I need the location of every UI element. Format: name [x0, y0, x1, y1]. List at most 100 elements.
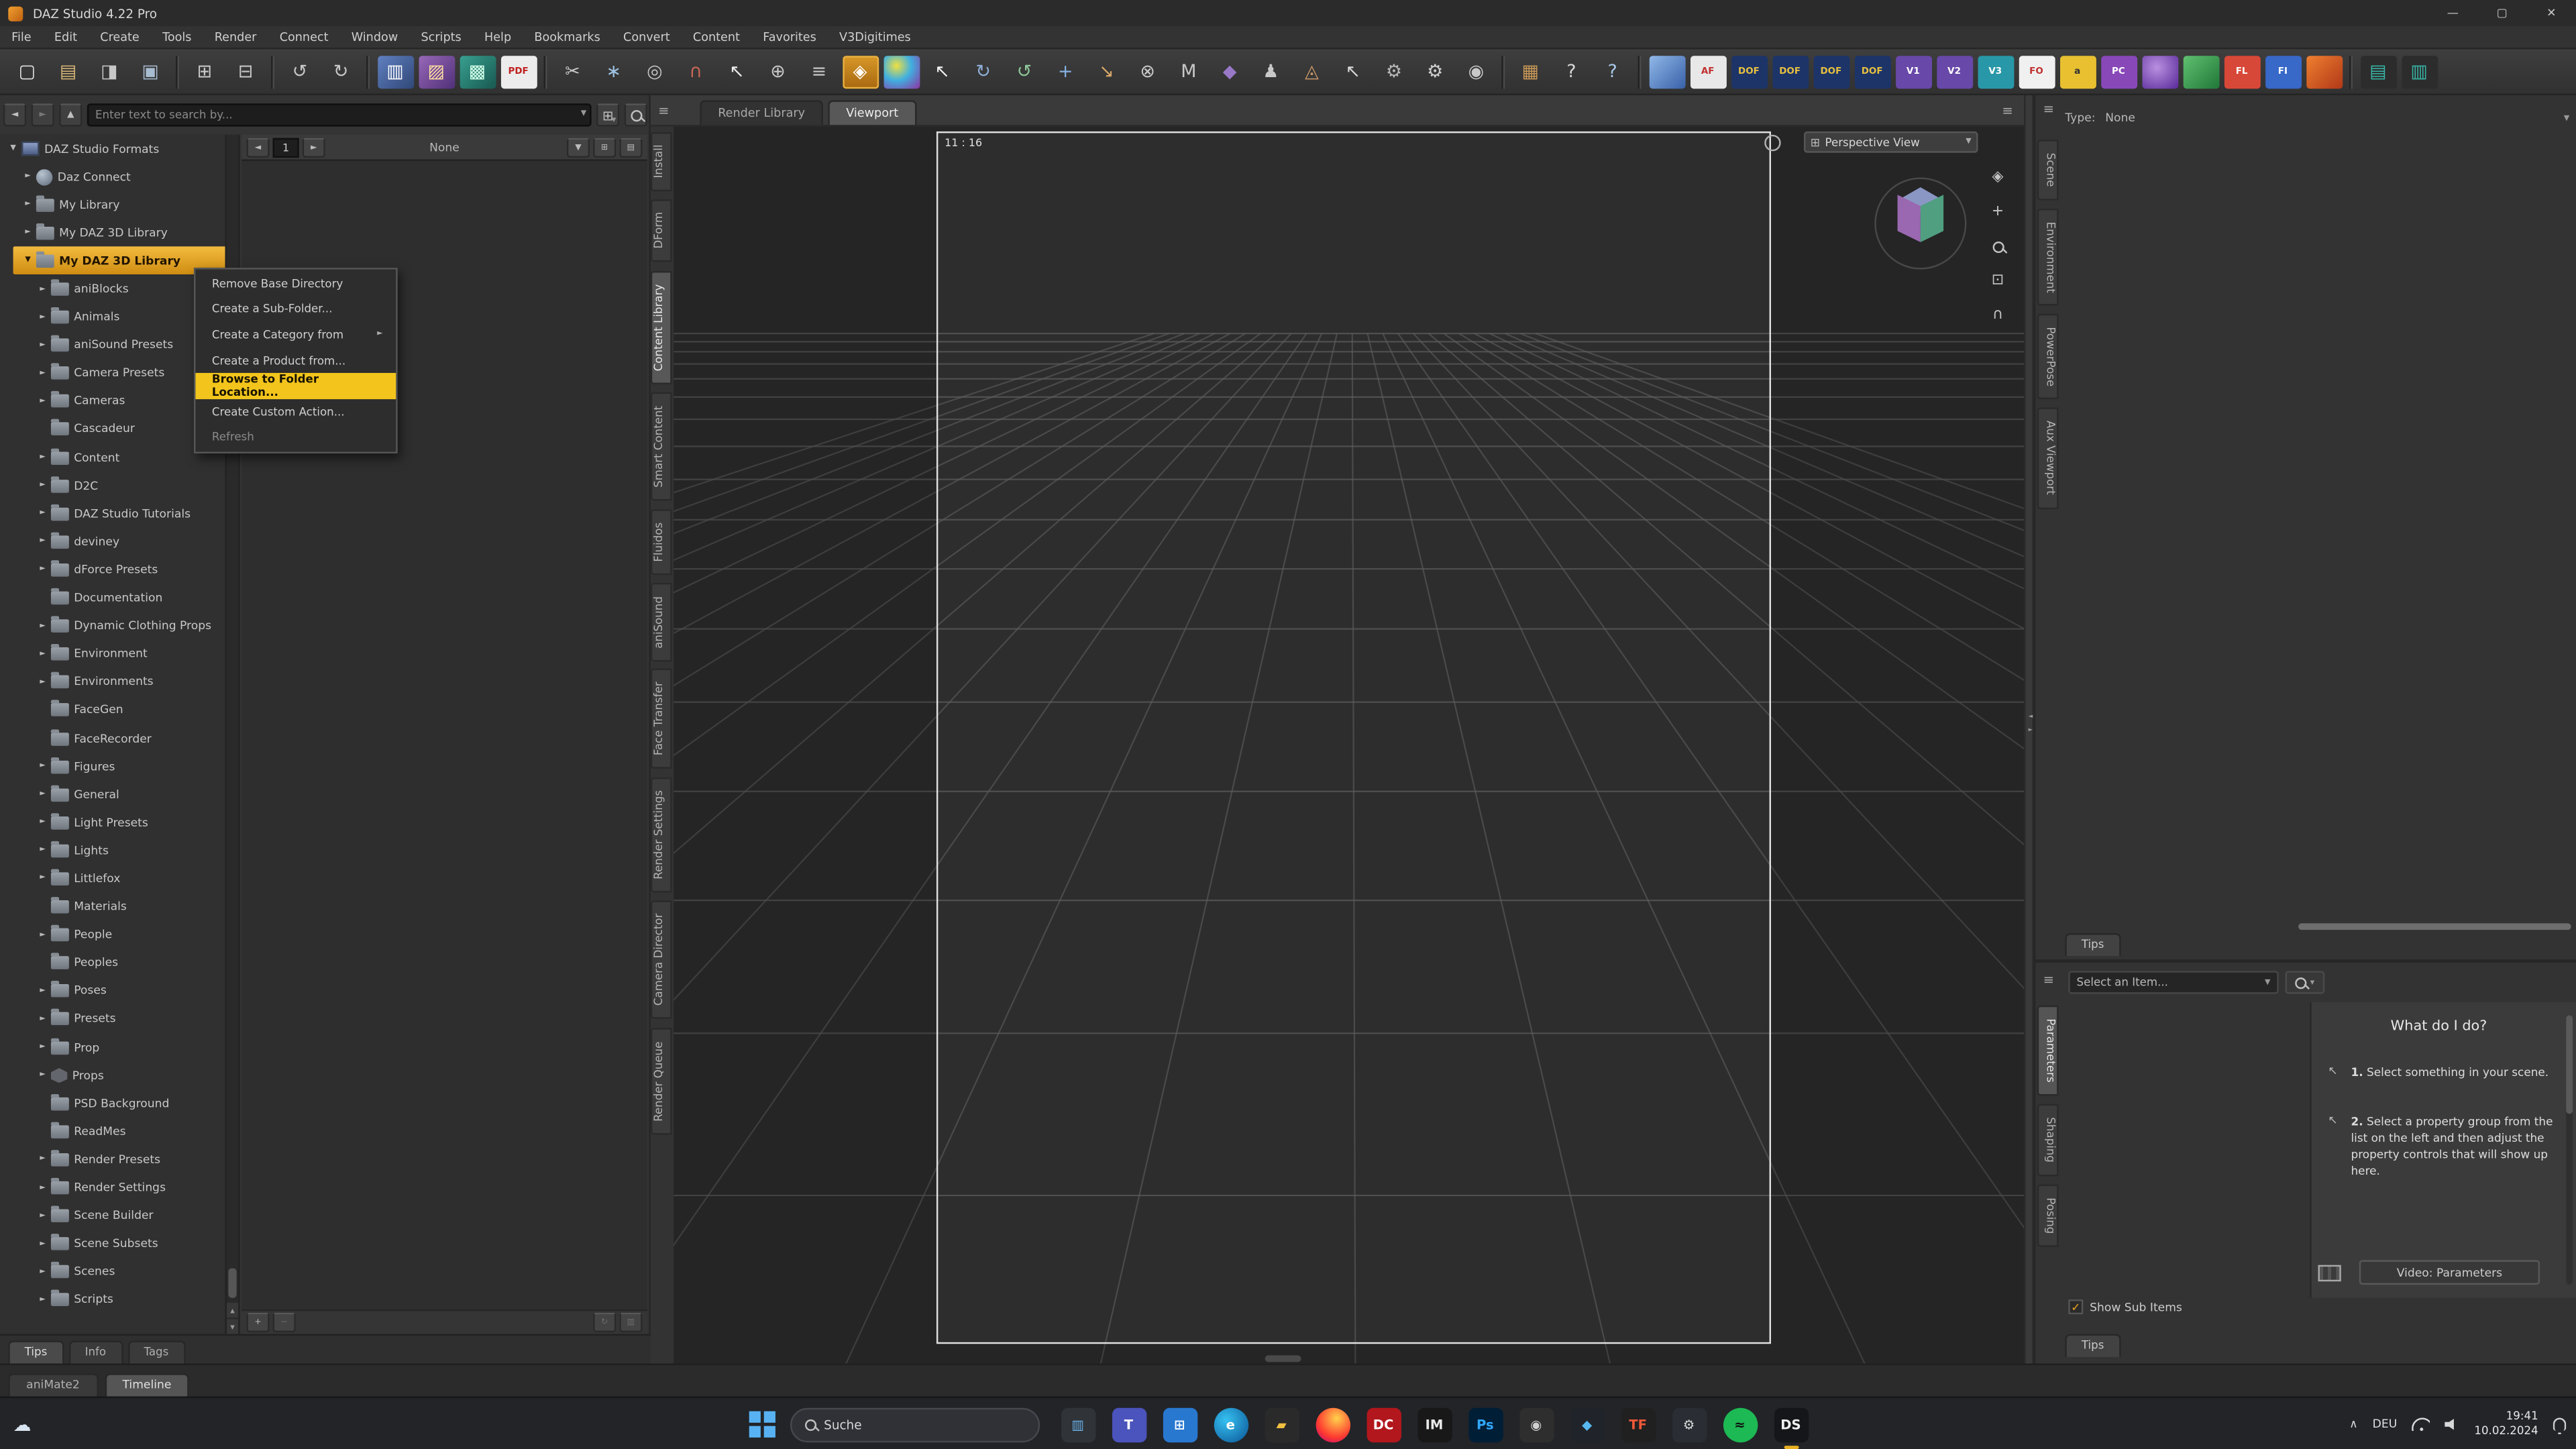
- expand-arrow-icon[interactable]: ►: [36, 397, 50, 405]
- tab-render-settings[interactable]: Render Settings: [651, 777, 672, 893]
- primitive-button[interactable]: ◬: [1294, 55, 1330, 88]
- tab-powerpose[interactable]: PowerPose: [2037, 314, 2059, 400]
- zoom-view-icon[interactable]: [1986, 235, 2009, 258]
- tree-item-people[interactable]: ►People: [0, 921, 238, 949]
- expand-arrow-icon[interactable]: ►: [36, 622, 50, 630]
- search-input[interactable]: [87, 103, 592, 126]
- tab-dform[interactable]: DForm: [651, 199, 672, 262]
- tree-item-environment[interactable]: ►Environment: [0, 640, 238, 668]
- scroll-up-button[interactable]: ▲: [227, 1303, 238, 1318]
- context-menu-item-create-custom-action[interactable]: Create Custom Action...: [195, 399, 396, 425]
- import-button[interactable]: ◨: [91, 55, 127, 88]
- wrench-button[interactable]: ⚙: [1376, 55, 1412, 88]
- start-button[interactable]: [749, 1411, 775, 1437]
- tab-timeline[interactable]: Timeline: [105, 1373, 190, 1396]
- dforce-button[interactable]: ∗: [596, 55, 632, 88]
- save-button[interactable]: ▣: [132, 55, 168, 88]
- tree-item-facerecorder[interactable]: FaceRecorder: [0, 724, 238, 753]
- plugin-v2-button[interactable]: V2: [1936, 55, 1972, 88]
- universal-tool-button[interactable]: ◈: [842, 55, 878, 88]
- notifications-icon[interactable]: [2553, 1417, 2567, 1431]
- pane-options-button[interactable]: ▥: [619, 1313, 642, 1332]
- expand-arrow-icon[interactable]: ►: [36, 931, 50, 939]
- minimize-button[interactable]: —: [2428, 0, 2477, 26]
- tree-item-facegen[interactable]: FaceGen: [0, 696, 238, 724]
- tab-install[interactable]: Install: [651, 131, 672, 191]
- tree-item-dforce-presets[interactable]: ►dForce Presets: [0, 556, 238, 584]
- lens-button[interactable]: ◉: [1458, 55, 1494, 88]
- expand-arrow-icon[interactable]: ►: [36, 1212, 50, 1220]
- render-button[interactable]: ▨: [418, 55, 454, 88]
- expand-arrow-icon[interactable]: ►: [36, 1015, 50, 1023]
- frame-view-icon[interactable]: ⊡: [1986, 270, 2009, 292]
- forward-button[interactable]: ►: [32, 103, 54, 126]
- expand-arrow-icon[interactable]: ►: [36, 847, 50, 855]
- tree-scrollbar-thumb[interactable]: [228, 1269, 236, 1298]
- expand-arrow-icon[interactable]: ►: [21, 172, 35, 180]
- taskbar-spotify[interactable]: ≈: [1723, 1407, 1757, 1442]
- tool-cursor-button[interactable]: ↖: [1335, 55, 1371, 88]
- menu-edit[interactable]: Edit: [43, 30, 89, 44]
- tree-item-light-presets[interactable]: ►Light Presets: [0, 809, 238, 837]
- search-button[interactable]: [625, 103, 647, 126]
- expand-arrow-icon[interactable]: ►: [21, 229, 35, 237]
- magnet-button[interactable]: ∩: [678, 55, 714, 88]
- help-scrollbar[interactable]: [2566, 1015, 2573, 1285]
- select-cursor-button[interactable]: ↖: [718, 55, 755, 88]
- tab-shaping[interactable]: Shaping: [2037, 1104, 2059, 1175]
- menu-convert[interactable]: Convert: [612, 30, 682, 44]
- menu-v3digitimes[interactable]: V3Digitimes: [828, 30, 922, 44]
- target-button[interactable]: ⊕: [760, 55, 796, 88]
- tree-item-scripts[interactable]: ►Scripts: [0, 1286, 238, 1314]
- taskbar-daz-studio[interactable]: DS: [1774, 1407, 1808, 1442]
- tree-item-render-settings[interactable]: ►Render Settings: [0, 1174, 238, 1202]
- plugin-af-button[interactable]: AF: [1690, 55, 1726, 88]
- menu-create[interactable]: Create: [89, 30, 151, 44]
- memorize-button[interactable]: M: [1171, 55, 1207, 88]
- measure-button[interactable]: ◎: [637, 55, 673, 88]
- tab-face-transfer[interactable]: Face Transfer: [651, 669, 672, 769]
- expand-arrow-icon[interactable]: ►: [36, 313, 50, 321]
- menu-connect[interactable]: Connect: [268, 30, 340, 44]
- plugin-dof-button-1[interactable]: DOF: [1731, 55, 1767, 88]
- tab-render-library[interactable]: Render Library: [700, 100, 823, 125]
- layout-button-2[interactable]: ▥: [2401, 55, 2437, 88]
- weather-icon[interactable]: ☁: [13, 1398, 32, 1449]
- tray-expand-icon[interactable]: ∧: [2349, 1417, 2358, 1431]
- tab-aux-viewport[interactable]: Aux Viewport: [2037, 408, 2059, 508]
- tree-item-daz-connect[interactable]: ►Daz Connect: [0, 163, 238, 191]
- expand-arrow-icon[interactable]: ►: [36, 650, 50, 658]
- taskbar-firefox[interactable]: [1315, 1407, 1349, 1442]
- tab-content-library[interactable]: Content Library: [651, 271, 672, 384]
- tab-animate2[interactable]: aniMate2: [8, 1373, 98, 1396]
- expand-arrow-icon[interactable]: ►: [36, 1071, 50, 1079]
- viewport-pane-menu-icon[interactable]: ≡: [654, 100, 674, 119]
- add-button[interactable]: +: [246, 1313, 269, 1332]
- tree-item-scene-builder[interactable]: ►Scene Builder: [0, 1202, 238, 1230]
- plugin-dof-button-3[interactable]: DOF: [1813, 55, 1849, 88]
- expand-arrow-icon[interactable]: ►: [36, 987, 50, 995]
- expand-arrow-icon[interactable]: ►: [36, 678, 50, 686]
- taskbar-photoshop[interactable]: Ps: [1468, 1407, 1502, 1442]
- menu-help[interactable]: Help: [473, 30, 523, 44]
- tab-tips-upper[interactable]: Tips: [2065, 933, 2121, 956]
- tree-item-figures[interactable]: ►Figures: [0, 753, 238, 781]
- taskbar-adobe-dc[interactable]: DC: [1366, 1407, 1400, 1442]
- tab-tags[interactable]: Tags: [127, 1340, 185, 1363]
- volume-icon[interactable]: [2445, 1417, 2459, 1431]
- remove-button[interactable]: −: [273, 1313, 296, 1332]
- type-value[interactable]: None: [2105, 112, 2135, 125]
- tree-item-scene-subsets[interactable]: ►Scene Subsets: [0, 1230, 238, 1258]
- plugin-fl-button[interactable]: FL: [2224, 55, 2260, 88]
- tab-anisound[interactable]: aniSound: [651, 582, 672, 661]
- tree-item-my-library[interactable]: ►My Library: [0, 191, 238, 219]
- tree-item-documentation[interactable]: Documentation: [0, 584, 238, 612]
- tree-item-d2c[interactable]: ►D2C: [0, 472, 238, 500]
- expand-arrow-icon[interactable]: ►: [36, 341, 50, 350]
- expand-arrow-icon[interactable]: ▼: [21, 257, 35, 265]
- list-view-button[interactable]: ▤: [619, 137, 642, 156]
- expand-arrow-icon[interactable]: ►: [36, 875, 50, 883]
- package-button[interactable]: ▦: [1512, 55, 1548, 88]
- plugin-button-4[interactable]: [2306, 55, 2342, 88]
- tree-item-general[interactable]: ►General: [0, 781, 238, 809]
